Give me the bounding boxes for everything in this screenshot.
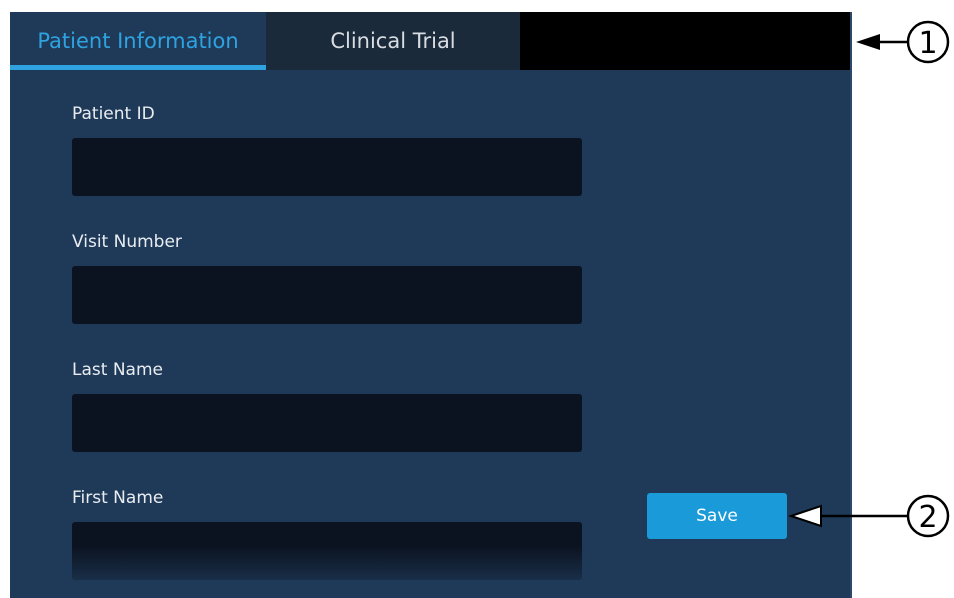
patient-form-screen: Patient Information Clinical Trial Patie…: [10, 12, 852, 598]
callout-1: 1: [856, 20, 950, 64]
callout-1-circle: [906, 20, 950, 64]
last-name-input[interactable]: [72, 394, 582, 452]
figure-root: Patient Information Clinical Trial Patie…: [0, 0, 954, 598]
last-name-label: Last Name: [72, 360, 163, 380]
callout-2-number: 2: [918, 500, 937, 535]
tab-patient-information-label: Patient Information: [37, 28, 239, 53]
first-name-label: First Name: [72, 488, 164, 508]
callout-1-number: 1: [918, 26, 937, 61]
tab-clinical-trial-label: Clinical Trial: [330, 29, 456, 53]
arrow-left-icon: [856, 34, 880, 50]
first-name-input[interactable]: [72, 522, 582, 580]
tab-bar: Patient Information Clinical Trial: [10, 12, 850, 70]
tab-patient-information[interactable]: Patient Information: [10, 12, 266, 70]
patient-id-label: Patient ID: [72, 104, 155, 124]
tab-bar-empty-area: [520, 12, 850, 70]
save-button[interactable]: Save: [647, 493, 787, 539]
visit-number-input[interactable]: [72, 266, 582, 324]
patient-id-input[interactable]: [72, 138, 582, 196]
visit-number-label: Visit Number: [72, 232, 182, 252]
tab-clinical-trial[interactable]: Clinical Trial: [266, 12, 520, 70]
callout-2-circle: [906, 494, 950, 538]
